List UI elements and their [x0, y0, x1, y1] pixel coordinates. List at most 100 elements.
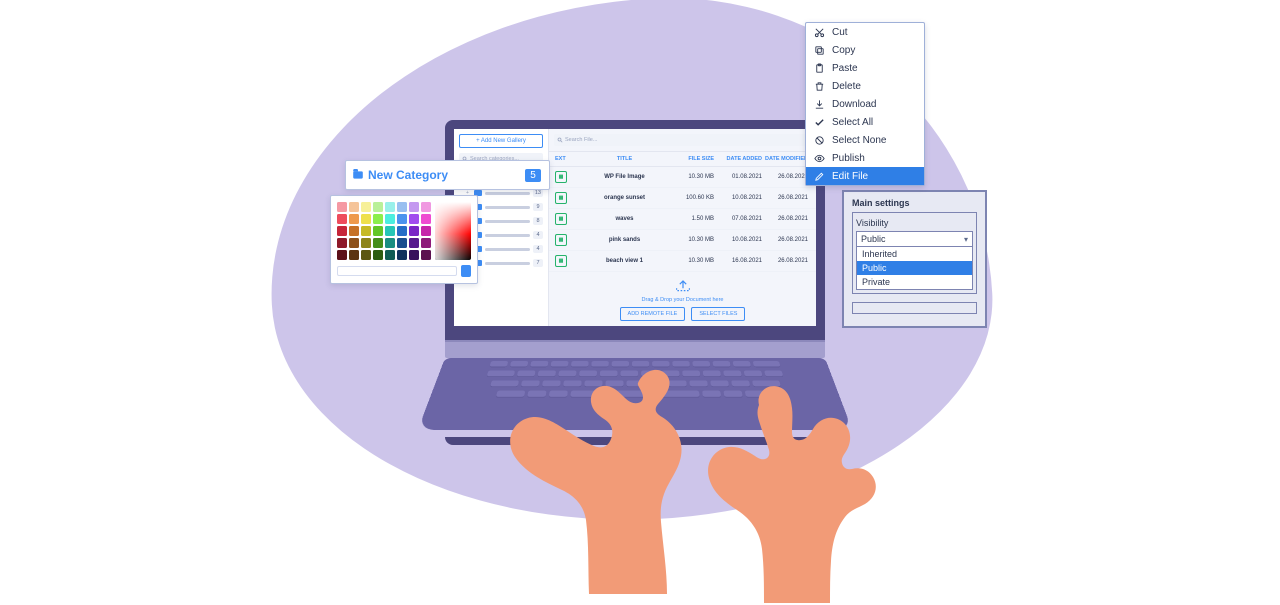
table-row[interactable]: ▦ pink sands 10.30 MB 10.08.2021 26.08.2… [549, 230, 816, 251]
context-menu-cut[interactable]: Cut [806, 23, 924, 41]
col-ext-header[interactable]: EXT [555, 156, 577, 162]
color-swatch[interactable] [349, 202, 359, 212]
file-search-input[interactable]: Search File... [554, 134, 811, 146]
table-row[interactable]: ▦ orange sunset 100.60 KB 10.08.2021 26.… [549, 188, 816, 209]
color-swatch[interactable] [421, 238, 431, 248]
color-swatch[interactable] [397, 250, 407, 260]
file-search-placeholder: Search File... [565, 137, 597, 143]
color-swatch[interactable] [421, 250, 431, 260]
file-size: 100.60 KB [672, 195, 714, 201]
color-swatch[interactable] [337, 226, 347, 236]
folder-icon [353, 171, 363, 178]
color-swatch[interactable] [421, 214, 431, 224]
category-name-placeholder [485, 234, 530, 237]
color-gradient-picker[interactable] [435, 202, 471, 260]
color-swatch[interactable] [373, 226, 383, 236]
main-settings-title: Main settings [852, 198, 977, 208]
color-swatch[interactable] [409, 250, 419, 260]
dropzone-text: Drag & Drop your Document here [642, 297, 724, 303]
context-menu-copy[interactable]: Copy [806, 41, 924, 59]
file-date-modified: 26.08.2021 [762, 258, 810, 264]
color-apply-button[interactable] [461, 265, 471, 277]
context-menu: Cut Copy Paste Delete Download Select Al… [805, 22, 925, 186]
color-swatch[interactable] [421, 226, 431, 236]
color-swatch[interactable] [385, 238, 395, 248]
col-title-header[interactable]: TITLE [577, 156, 672, 162]
color-hex-input[interactable] [337, 266, 457, 276]
color-swatch[interactable] [337, 202, 347, 212]
table-row[interactable]: ▦ beach view 1 10.30 MB 16.08.2021 26.08… [549, 251, 816, 272]
context-menu-label: Edit File [832, 171, 868, 182]
context-menu-paste[interactable]: Paste [806, 59, 924, 77]
color-swatch[interactable] [349, 214, 359, 224]
add-gallery-button[interactable]: + Add New Gallery [459, 134, 543, 148]
context-menu-label: Paste [832, 63, 858, 74]
color-swatch[interactable] [385, 202, 395, 212]
color-swatch[interactable] [385, 250, 395, 260]
category-name-placeholder [485, 248, 530, 251]
context-menu-download[interactable]: Download [806, 95, 924, 113]
color-swatch[interactable] [361, 238, 371, 248]
color-swatch[interactable] [397, 238, 407, 248]
context-menu-label: Select None [832, 135, 886, 146]
col-added-header[interactable]: DATE ADDED [714, 156, 762, 162]
color-swatch[interactable] [337, 214, 347, 224]
color-swatch[interactable] [349, 238, 359, 248]
color-swatch[interactable] [373, 202, 383, 212]
color-swatch[interactable] [409, 214, 419, 224]
color-swatch[interactable] [397, 202, 407, 212]
col-size-header[interactable]: FILE SIZE [672, 156, 714, 162]
file-date-modified: 26.08.2021 [762, 174, 810, 180]
context-menu-edit-file[interactable]: Edit File [806, 167, 924, 185]
color-swatch[interactable] [409, 226, 419, 236]
context-menu-label: Select All [832, 117, 873, 128]
table-row[interactable]: ▦ waves 1.50 MB 07.08.2021 26.08.2021 [549, 209, 816, 230]
color-swatch[interactable] [385, 214, 395, 224]
color-swatch[interactable] [349, 226, 359, 236]
col-modified-header[interactable]: DATE MODIFIED [762, 156, 810, 162]
context-menu-select-none[interactable]: Select None [806, 131, 924, 149]
color-swatch[interactable] [337, 238, 347, 248]
color-swatch[interactable] [373, 214, 383, 224]
category-name-placeholder [485, 192, 530, 195]
file-title: orange sunset [577, 195, 672, 201]
color-swatch[interactable] [349, 250, 359, 260]
file-type-icon: ▦ [555, 234, 567, 246]
settings-placeholder-field [852, 302, 977, 314]
color-swatch[interactable] [337, 250, 347, 260]
color-swatch[interactable] [409, 238, 419, 248]
color-swatch[interactable] [373, 250, 383, 260]
select-files-button[interactable]: SELECT FILES [691, 307, 745, 321]
color-swatch[interactable] [361, 226, 371, 236]
color-swatch[interactable] [373, 238, 383, 248]
visibility-option-public[interactable]: Public [857, 261, 972, 275]
context-menu-label: Delete [832, 81, 861, 92]
context-menu-select-all[interactable]: Select All [806, 113, 924, 131]
color-swatch[interactable] [385, 226, 395, 236]
category-count: 9 [533, 203, 543, 211]
color-swatch[interactable] [409, 202, 419, 212]
visibility-option-private[interactable]: Private [857, 275, 972, 289]
color-swatch[interactable] [361, 214, 371, 224]
category-count: 8 [533, 217, 543, 225]
file-date-modified: 26.08.2021 [762, 216, 810, 222]
visibility-selected-value: Public [861, 234, 886, 244]
color-swatch[interactable] [397, 214, 407, 224]
chevron-down-icon: ▾ [964, 235, 968, 244]
dropzone[interactable]: Drag & Drop your Document here ADD REMOT… [549, 272, 816, 326]
visibility-option-inherited[interactable]: Inherited [857, 247, 972, 261]
color-swatch[interactable] [361, 202, 371, 212]
color-swatch[interactable] [421, 202, 431, 212]
add-remote-file-button[interactable]: ADD REMOTE FILE [620, 307, 686, 321]
none-icon [814, 135, 825, 146]
file-date-added: 07.08.2021 [714, 216, 762, 222]
category-name-placeholder [485, 220, 530, 223]
context-menu-publish[interactable]: Publish [806, 149, 924, 167]
color-swatch[interactable] [397, 226, 407, 236]
file-size: 10.30 MB [672, 258, 714, 264]
context-menu-delete[interactable]: Delete [806, 77, 924, 95]
new-category-title[interactable]: New Category [368, 168, 519, 182]
table-row[interactable]: ▦ WP File Image 10.30 MB 01.08.2021 26.0… [549, 167, 816, 188]
color-swatch[interactable] [361, 250, 371, 260]
visibility-select[interactable]: Public ▾ [856, 231, 973, 247]
